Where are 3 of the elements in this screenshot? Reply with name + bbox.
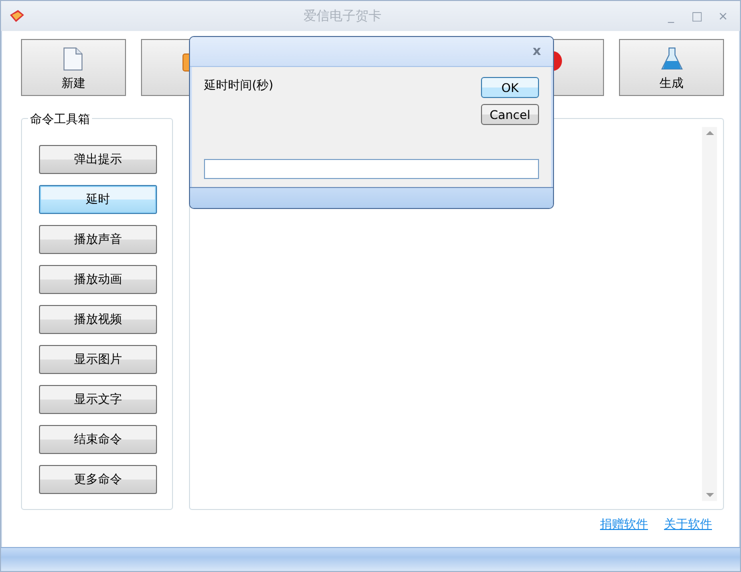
window-title: 爱信电子贺卡 <box>302 8 382 25</box>
prompt-label: 延时时间(秒) <box>204 77 274 94</box>
group-title: 命令工具箱 <box>28 111 92 128</box>
